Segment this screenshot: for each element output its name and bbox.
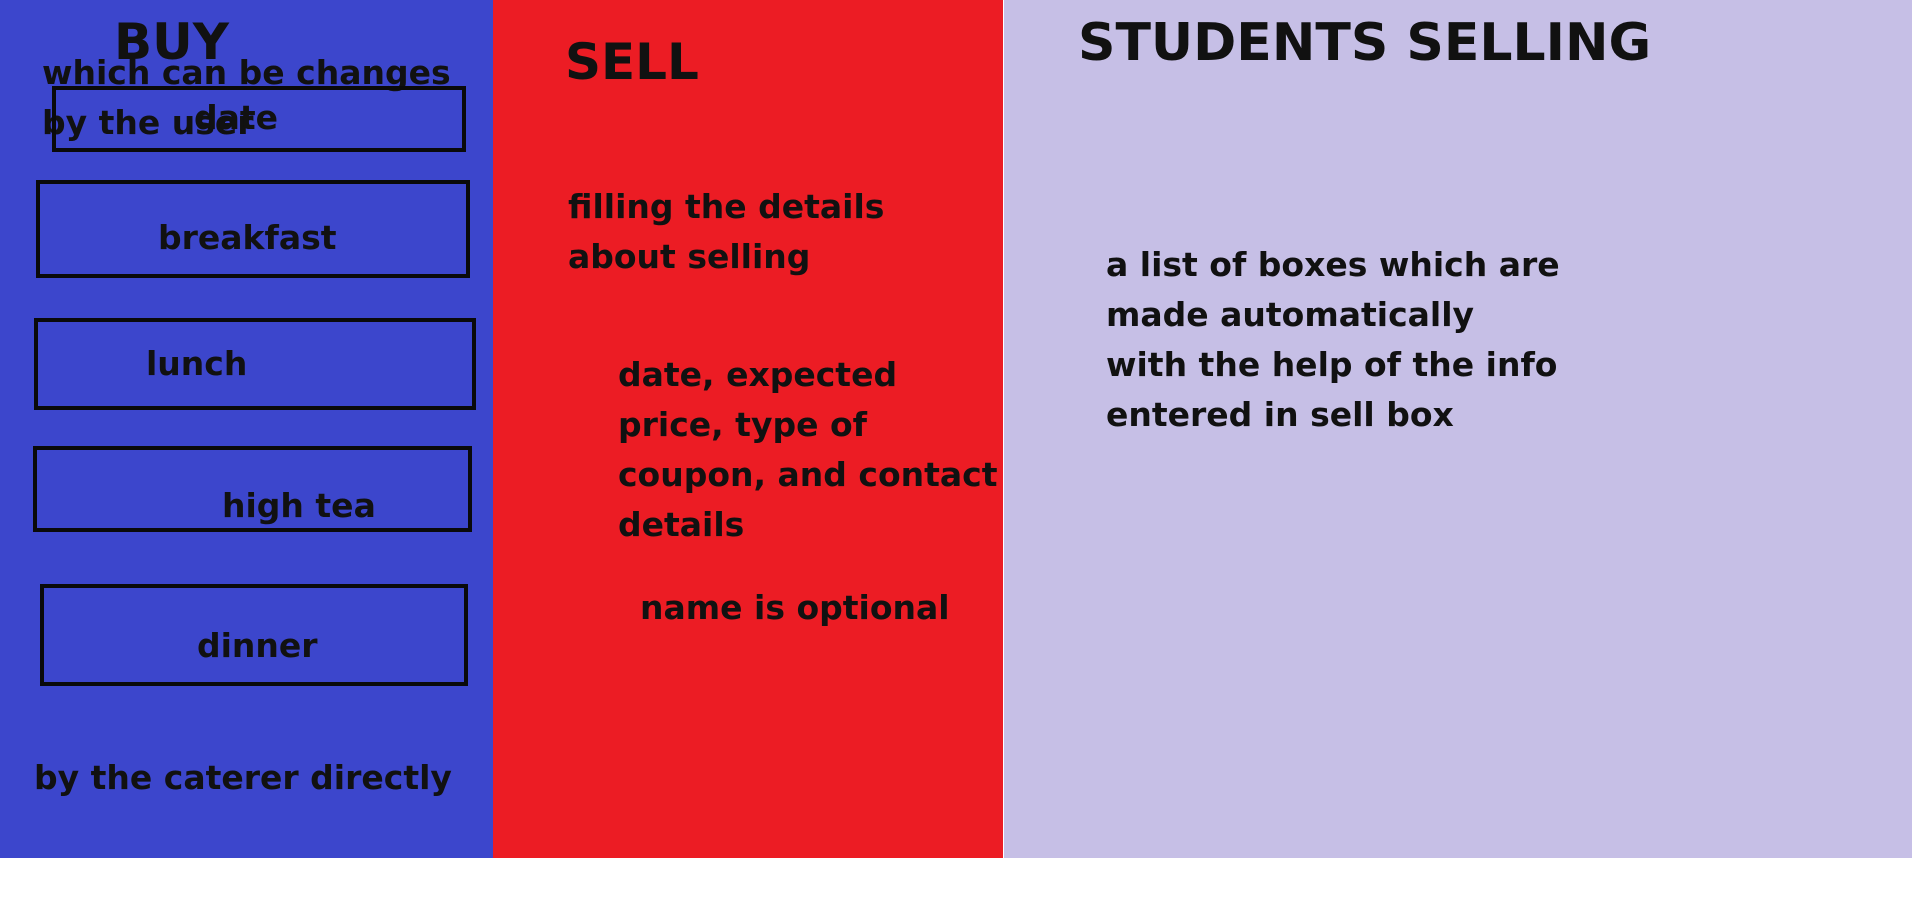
sell-details-fields: date, expected price, type of coupon, an…	[618, 355, 998, 544]
high-tea-box[interactable]: high tea	[33, 446, 472, 532]
breakfast-box[interactable]: breakfast	[36, 180, 470, 278]
students-selling-description: a list of boxes which are made automatic…	[1106, 245, 1560, 434]
dinner-box-label: dinner	[197, 626, 318, 665]
dinner-box[interactable]: dinner	[40, 584, 468, 686]
wireframe-canvas: BUY which can be changes by the user dat…	[0, 0, 1914, 899]
date-box[interactable]: date	[52, 86, 466, 152]
lunch-box-label: lunch	[146, 344, 248, 383]
high-tea-box-label: high tea	[222, 486, 376, 525]
caterer-note: by the caterer directly	[34, 758, 452, 797]
sell-name-note: name is optional	[640, 588, 950, 627]
breakfast-box-label: breakfast	[158, 218, 337, 257]
students-selling-heading: STUDENTS SELLING	[1078, 13, 1652, 73]
lunch-box[interactable]: lunch	[34, 318, 476, 410]
sell-details-intro: filling the details about selling	[568, 187, 885, 276]
sell-heading: SELL	[565, 33, 699, 91]
date-box-label: date	[194, 98, 279, 137]
